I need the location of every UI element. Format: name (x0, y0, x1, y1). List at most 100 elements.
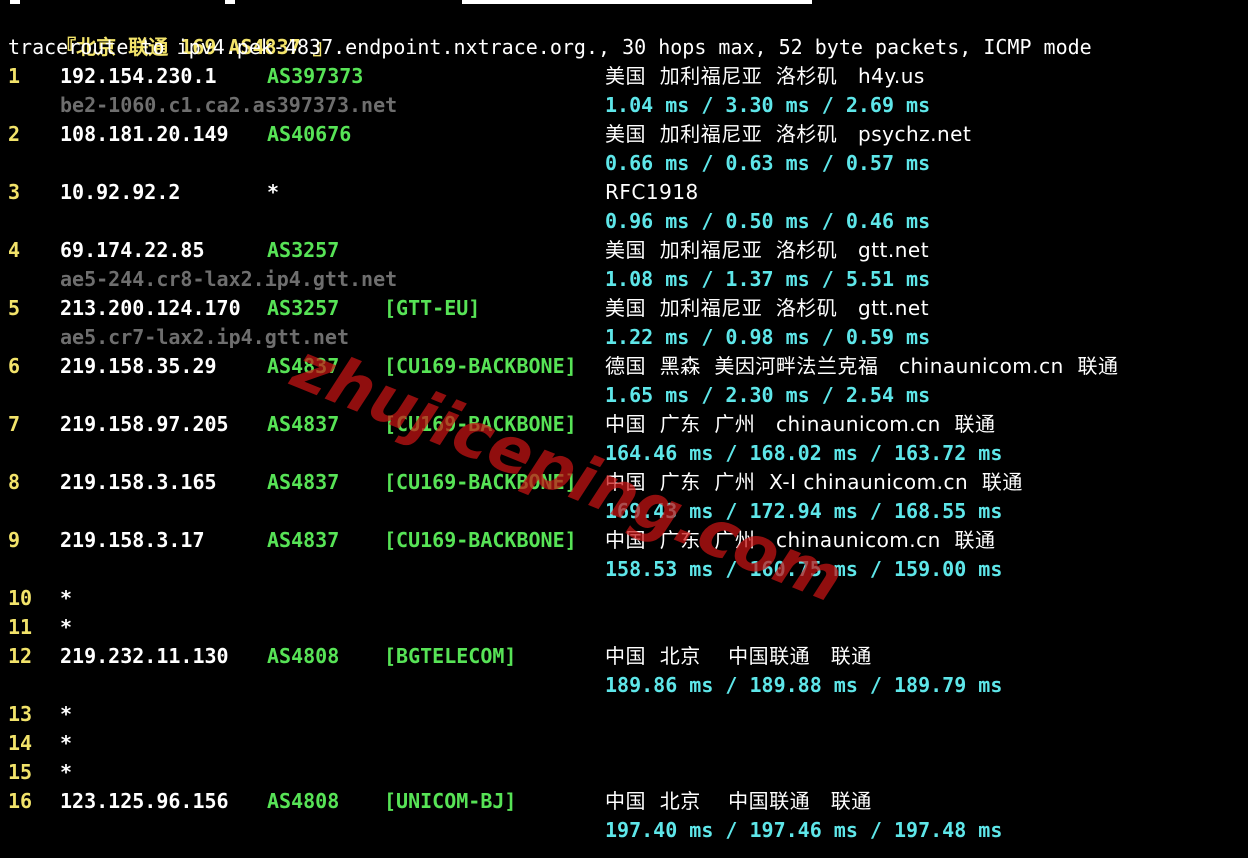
hop-number: 7 (8, 412, 21, 436)
hop-number: 14 (8, 731, 33, 755)
hop-number: 11 (8, 615, 33, 639)
hop-rtt: 1.08 ms / 1.37 ms / 5.51 ms (605, 267, 931, 291)
hop-asn: AS4837 (267, 528, 340, 552)
hop-number: 12 (8, 644, 33, 668)
hop-asn: AS3257 (267, 238, 340, 262)
hop-detail-row: ae5-244.cr8-lax2.ip4.gtt.net 1.08 ms / 1.… (8, 265, 1240, 294)
hop-row: 2 108.181.20.149 AS40676 美国 加利福尼亚 洛杉矶 psych… (8, 120, 1240, 149)
hop-row: 9 219.158.3.17 AS4837 [CU169-BACKBONE] 中国 广东… (8, 526, 1240, 555)
hop-row: 14 * (8, 729, 1240, 758)
hop-row: 3 10.92.92.2 * RFC1918 (8, 178, 1240, 207)
hop-rtt: 169.43 ms / 172.94 ms / 168.55 ms (605, 499, 1003, 523)
hop-number: 2 (8, 122, 21, 146)
hop-row: 15 * (8, 758, 1240, 787)
hop-geo: 美国 加利福尼亚 洛杉矶 h4y.us (605, 64, 925, 88)
hop-tag: [CU169-BACKBONE] (384, 528, 577, 552)
hop-rtt: 164.46 ms / 168.02 ms / 163.72 ms (605, 441, 1003, 465)
hop-geo: RFC1918 (605, 180, 699, 204)
hop-tag: [GTT-EU] (384, 296, 481, 320)
hop-hostname: ae5.cr7-lax2.ip4.gtt.net (60, 325, 349, 349)
hop-row: 8 219.158.3.165 AS4837 [CU169-BACKBONE] 中国 广… (8, 468, 1240, 497)
hop-detail-row: 164.46 ms / 168.02 ms / 163.72 ms (8, 439, 1240, 468)
hop-rtt: 1.22 ms / 0.98 ms / 0.59 ms (605, 325, 931, 349)
hop-number: 1 (8, 64, 21, 88)
hop-number: 10 (8, 586, 33, 610)
hop-asn: AS4808 (267, 789, 340, 813)
hop-asn: AS4837 (267, 412, 340, 436)
hop-ip: * (60, 615, 73, 639)
hop-ip: * (60, 702, 73, 726)
hop-asn: AS397373 (267, 64, 364, 88)
hop-ip: 108.181.20.149 (60, 122, 229, 146)
hop-geo: 美国 加利福尼亚 洛杉矶 gtt.net (605, 296, 930, 320)
header-line: 『北京 联通 169 AS4837 』 (8, 4, 333, 59)
hop-tag: [CU169-BACKBONE] (384, 354, 577, 378)
hop-asn: AS4837 (267, 470, 340, 494)
hop-ip: 219.158.35.29 (60, 354, 217, 378)
hop-number: 6 (8, 354, 21, 378)
hop-row: 5 213.200.124.170 AS3257 [GTT-EU] 美国 加利福尼亚 洛… (8, 294, 1240, 323)
hop-geo: 中国 广东 广州 chinaunicom.cn 联通 (605, 528, 996, 552)
hop-row: 12 219.232.11.130 AS4808 [BGTELECOM] 中国 北京 中… (8, 642, 1240, 671)
hop-detail-row: 169.43 ms / 172.94 ms / 168.55 ms (8, 497, 1240, 526)
hop-detail-row: 189.86 ms / 189.88 ms / 189.79 ms (8, 671, 1240, 700)
hop-geo: 中国 广东 广州 X-I chinaunicom.cn 联通 (605, 470, 1023, 494)
hop-number: 15 (8, 760, 33, 784)
hop-detail-row: be2-1060.c1.ca2.as397373.net 1.04 ms / 3.… (8, 91, 1240, 120)
hop-number: 9 (8, 528, 21, 552)
hop-tag: [UNICOM-BJ] (384, 789, 517, 813)
hop-ip: 219.158.3.17 (60, 528, 205, 552)
hop-tag: [BGTELECOM] (384, 644, 517, 668)
hop-geo: 美国 加利福尼亚 洛杉矶 psychz.net (605, 122, 972, 146)
hop-geo: 美国 加利福尼亚 洛杉矶 gtt.net (605, 238, 930, 262)
hop-row: 1 192.154.230.1 AS397373 美国 加利福尼亚 洛杉矶 h4y.u… (8, 62, 1240, 91)
hop-rtt: 158.53 ms / 160.75 ms / 159.00 ms (605, 557, 1003, 581)
hop-geo: 中国 广东 广州 chinaunicom.cn 联通 (605, 412, 996, 436)
hop-tag: [CU169-BACKBONE] (384, 470, 577, 494)
hop-ip: 10.92.92.2 (60, 180, 181, 204)
hop-detail-row: ae5.cr7-lax2.ip4.gtt.net 1.22 ms / 0.98 m… (8, 323, 1240, 352)
hop-geo: 中国 北京 中国联通 联通 (605, 644, 872, 668)
hop-rtt: 1.04 ms / 3.30 ms / 2.69 ms (605, 93, 931, 117)
hop-ip: 123.125.96.156 (60, 789, 229, 813)
hop-number: 8 (8, 470, 21, 494)
hop-ip: * (60, 586, 73, 610)
hop-ip: 192.154.230.1 (60, 64, 217, 88)
terminal-window: 『北京 联通 169 AS4837 』 traceroute to ipv4.p… (0, 0, 1248, 858)
hop-hostname: ae5-244.cr8-lax2.ip4.gtt.net (60, 267, 398, 291)
hop-ip: 213.200.124.170 (60, 296, 241, 320)
hop-ip: 219.158.3.165 (60, 470, 217, 494)
hop-detail-row: 0.66 ms / 0.63 ms / 0.57 ms (8, 149, 1240, 178)
hop-rtt: 1.65 ms / 2.30 ms / 2.54 ms (605, 383, 931, 407)
hop-rtt: 189.86 ms / 189.88 ms / 189.79 ms (605, 673, 1003, 697)
hop-rtt: 0.66 ms / 0.63 ms / 0.57 ms (605, 151, 931, 175)
hop-row: 11 * (8, 613, 1240, 642)
hop-detail-row: 0.96 ms / 0.50 ms / 0.46 ms (8, 207, 1240, 236)
hop-detail-row: 158.53 ms / 160.75 ms / 159.00 ms (8, 555, 1240, 584)
hop-geo: 中国 北京 中国联通 联通 (605, 789, 872, 813)
hop-ip: 219.232.11.130 (60, 644, 229, 668)
hop-row: 6 219.158.35.29 AS4837 [CU169-BACKBONE] 德国 黑… (8, 352, 1240, 381)
hop-row: 10 * (8, 584, 1240, 613)
hop-number: 4 (8, 238, 21, 262)
hop-row: 16 123.125.96.156 AS4808 [UNICOM-BJ] 中国 北京 中… (8, 787, 1240, 816)
hop-hostname: be2-1060.c1.ca2.as397373.net (60, 93, 398, 117)
hop-detail-row: 1.65 ms / 2.30 ms / 2.54 ms (8, 381, 1240, 410)
hop-number: 16 (8, 789, 33, 813)
hop-row: 7 219.158.97.205 AS4837 [CU169-BACKBONE] 中国 … (8, 410, 1240, 439)
hop-asn: AS4837 (267, 354, 340, 378)
hop-rtt: 197.40 ms / 197.46 ms / 197.48 ms (605, 818, 1003, 842)
hop-row: 4 69.174.22.85 AS3257 美国 加利福尼亚 洛杉矶 gtt.net (8, 236, 1240, 265)
hop-asn: AS4808 (267, 644, 340, 668)
hop-tag: [CU169-BACKBONE] (384, 412, 577, 436)
hop-ip: 69.174.22.85 (60, 238, 205, 262)
hop-number: 3 (8, 180, 21, 204)
hop-ip: * (60, 760, 73, 784)
hop-rtt: 0.96 ms / 0.50 ms / 0.46 ms (605, 209, 931, 233)
hop-ip: * (60, 731, 73, 755)
hop-row: 13 * (8, 700, 1240, 729)
hop-number: 13 (8, 702, 33, 726)
hop-asn: * (267, 180, 280, 204)
hop-asn: AS3257 (267, 296, 340, 320)
hop-number: 5 (8, 296, 21, 320)
